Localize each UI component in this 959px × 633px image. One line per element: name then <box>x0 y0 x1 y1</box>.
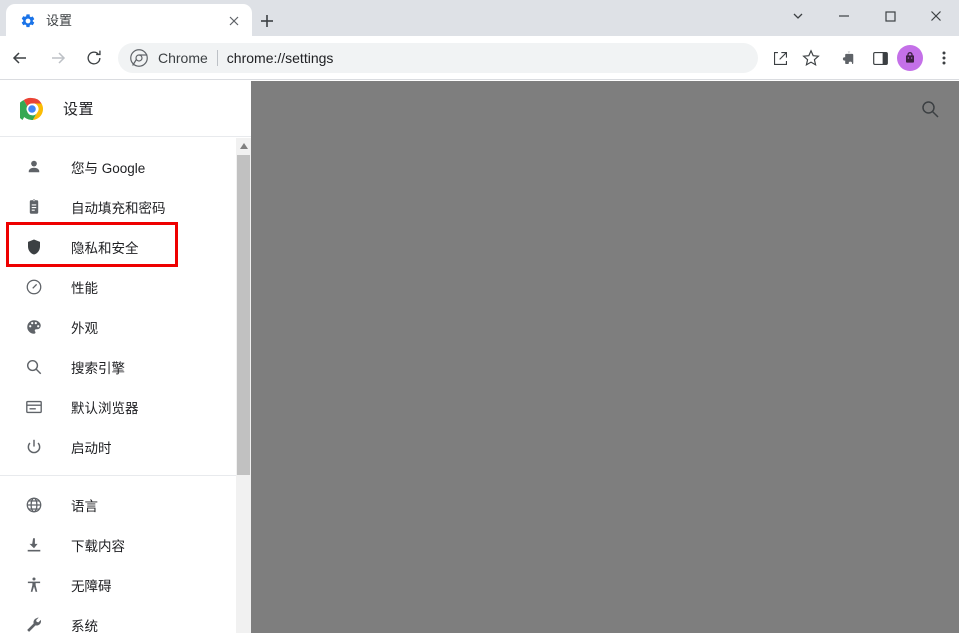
sidebar-item-label: 无障碍 <box>71 579 112 594</box>
browser-window: 设置 Chrome chrome://settings 设置 您与 Google… <box>0 0 959 633</box>
settings-gear-icon <box>20 13 36 29</box>
sidebar-item-languages[interactable]: 语言 <box>0 485 251 525</box>
search-settings-icon[interactable] <box>920 99 940 119</box>
bookmark-star-icon[interactable] <box>797 44 825 72</box>
sidebar-item-on-startup[interactable]: 启动时 <box>0 427 251 467</box>
profile-avatar[interactable] <box>897 45 923 71</box>
sidebar-item-label: 启动时 <box>71 441 112 456</box>
omnibox-scheme-label: Chrome <box>158 50 208 66</box>
download-icon <box>24 535 44 555</box>
tab-close-icon[interactable] <box>225 12 243 30</box>
sidebar-item-you-and-google[interactable]: 您与 Google <box>0 147 251 187</box>
address-bar[interactable]: Chrome chrome://settings <box>118 43 758 73</box>
new-tab-button[interactable] <box>254 8 280 34</box>
browser-toolbar: Chrome chrome://settings <box>0 36 959 80</box>
sidebar-item-accessibility[interactable]: 无障碍 <box>0 565 251 605</box>
sidebar-item-performance[interactable]: 性能 <box>0 267 251 307</box>
sidebar-title: 设置 <box>63 101 95 118</box>
scrollbar-up-arrow-icon[interactable] <box>236 138 251 153</box>
tab-strip: 设置 <box>0 0 959 36</box>
sidebar-item-label: 性能 <box>71 281 98 296</box>
sidebar-item-label: 隐私和安全 <box>71 241 139 256</box>
shield-icon <box>24 237 44 257</box>
sidebar-item-downloads[interactable]: 下载内容 <box>0 525 251 565</box>
sidebar-item-label: 外观 <box>71 321 98 336</box>
side-panel-icon[interactable] <box>866 44 894 72</box>
search-icon <box>24 357 44 377</box>
scrollbar-thumb[interactable] <box>237 155 250 475</box>
more-menu-icon[interactable] <box>930 44 958 72</box>
power-icon <box>24 437 44 457</box>
tab-title: 设置 <box>46 13 73 28</box>
close-button[interactable] <box>913 0 959 32</box>
sidebar-item-label: 自动填充和密码 <box>71 201 166 216</box>
sidebar-item-label: 下载内容 <box>71 539 125 554</box>
palette-icon <box>24 317 44 337</box>
tab-settings[interactable]: 设置 <box>6 4 252 36</box>
clipboard-icon <box>24 197 44 217</box>
sidebar-item-autofill-passwords[interactable]: 自动填充和密码 <box>0 187 251 227</box>
forward-button[interactable] <box>42 42 74 74</box>
omnibox-url-text: chrome://settings <box>226 50 334 66</box>
share-icon[interactable] <box>766 44 794 72</box>
settings-sidebar: 设置 您与 Google 自动填充和密码 隐私和安全 性能 外观 搜索引擎 默认… <box>0 81 251 633</box>
speedometer-icon <box>24 277 44 297</box>
browser-window-icon <box>24 397 44 417</box>
sidebar-item-search-engine[interactable]: 搜索引擎 <box>0 347 251 387</box>
globe-icon <box>24 495 44 515</box>
chrome-logo-icon <box>130 49 148 67</box>
sidebar-item-label: 系统 <box>71 619 98 633</box>
extensions-puzzle-icon[interactable] <box>834 44 862 72</box>
sidebar-scrollbar[interactable] <box>236 138 251 633</box>
sidebar-item-system[interactable]: 系统 <box>0 605 251 633</box>
sidebar-item-label: 默认浏览器 <box>71 401 139 416</box>
minimize-button[interactable] <box>821 0 867 32</box>
person-icon <box>24 157 44 177</box>
sidebar-item-default-browser[interactable]: 默认浏览器 <box>0 387 251 427</box>
back-button[interactable] <box>4 42 36 74</box>
wrench-icon <box>24 615 44 633</box>
reload-button[interactable] <box>78 42 110 74</box>
omnibox-separator <box>216 50 218 66</box>
sidebar-item-label: 您与 Google <box>71 161 146 176</box>
chrome-logo-icon <box>20 97 44 121</box>
sidebar-divider <box>0 475 251 476</box>
sidebar-item-label: 语言 <box>71 499 98 514</box>
sidebar-item-label: 搜索引擎 <box>71 361 125 376</box>
sidebar-list: 您与 Google 自动填充和密码 隐私和安全 性能 外观 搜索引擎 默认浏览器… <box>0 137 251 633</box>
accessibility-icon <box>24 575 44 595</box>
sidebar-header: 设置 <box>0 81 251 137</box>
tab-search-button[interactable] <box>775 0 821 32</box>
sidebar-item-privacy-security[interactable]: 隐私和安全 <box>0 227 251 267</box>
maximize-button[interactable] <box>867 0 913 32</box>
window-controls <box>775 0 959 32</box>
sidebar-item-appearance[interactable]: 外观 <box>0 307 251 347</box>
